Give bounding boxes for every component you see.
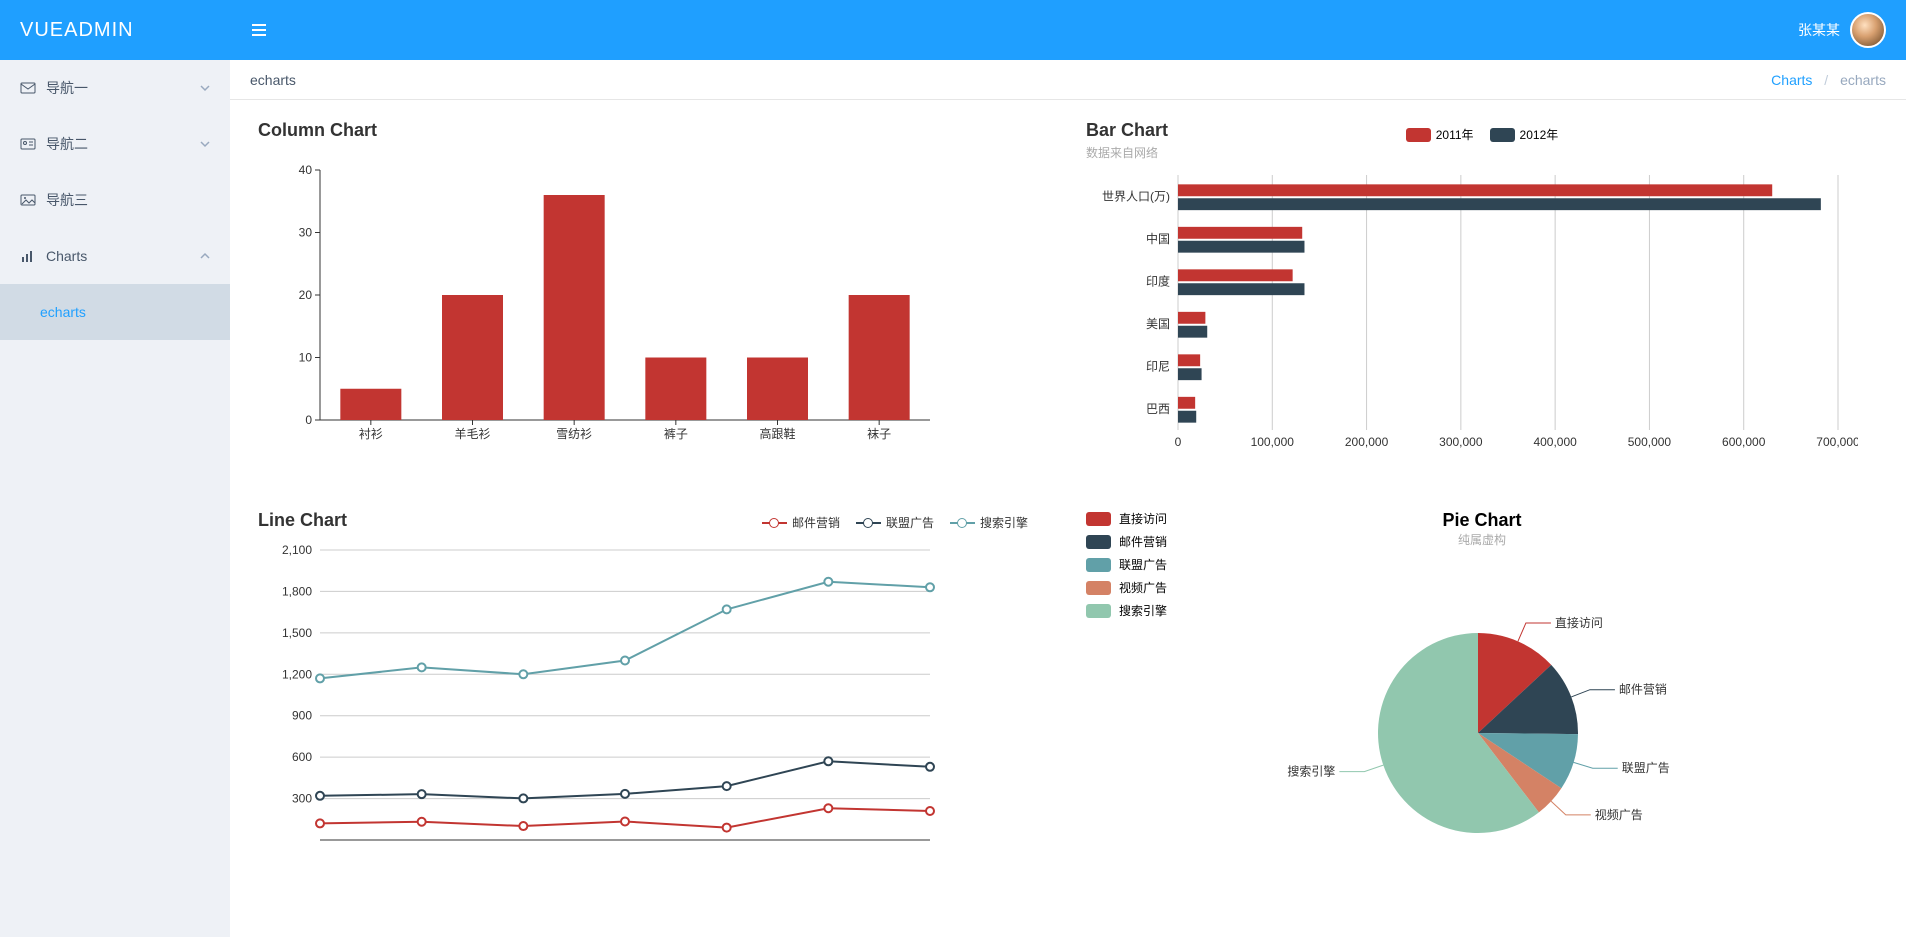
sidebar-item-label: 导航二 (46, 134, 88, 154)
bar-legend: 2011年 2012年 (1078, 126, 1886, 143)
sidebar-item-label: 导航一 (46, 78, 88, 98)
svg-text:500,000: 500,000 (1628, 435, 1672, 449)
hamburger-icon[interactable] (250, 21, 268, 39)
user-menu[interactable]: 张某某 (1798, 12, 1886, 48)
breadcrumb-current: echarts (1840, 72, 1886, 88)
svg-text:高跟鞋: 高跟鞋 (759, 426, 795, 441)
pie-header: Pie Chart 纯属虚构 (1078, 510, 1886, 548)
svg-text:印度: 印度 (1146, 273, 1170, 288)
svg-text:联盟广告: 联盟广告 (1622, 761, 1670, 775)
legend-item[interactable]: 直接访问 (1086, 510, 1167, 527)
sidebar-item-nav1[interactable]: 导航一 (0, 60, 230, 116)
legend-item[interactable]: 联盟广告 (856, 514, 934, 531)
content: Column Chart 010203040衬衫羊毛衫雪纺衫裤子高跟鞋袜子 Ba… (230, 100, 1906, 937)
svg-text:300: 300 (292, 792, 312, 806)
sidebar-item-label: 导航三 (46, 190, 88, 210)
app-root: VUEADMIN 导航一 导航二 (0, 0, 1906, 937)
svg-text:邮件营销: 邮件营销 (1619, 683, 1667, 697)
chart-title: Pie Chart (1078, 510, 1886, 531)
column-chart[interactable]: 0 10 20 30 40 衬衫 羊毛衫 雪纺衫 裤子 高跟鞋 袜子 (250, 120, 950, 470)
id-card-icon (20, 136, 36, 152)
svg-text:300,000: 300,000 (1439, 435, 1483, 449)
svg-text:20: 20 (299, 288, 313, 302)
svg-text:中国: 中国 (1146, 231, 1170, 246)
stacked-legend: 直接访问邮件营销联盟广告视频广告搜索引擎 (1086, 510, 1167, 619)
legend-item[interactable]: 搜索引擎 (950, 514, 1028, 531)
svg-text:400,000: 400,000 (1533, 435, 1577, 449)
chart-subtitle: 数据来自网络 (1086, 144, 1158, 161)
line-legend: 邮件营销联盟广告搜索引擎 (762, 514, 1028, 531)
message-icon (20, 80, 36, 96)
sidebar-item-nav2[interactable]: 导航二 (0, 116, 230, 172)
svg-text:裤子: 裤子 (664, 427, 688, 441)
chart-subtitle: 纯属虚构 (1078, 531, 1886, 548)
svg-text:巴西: 巴西 (1146, 402, 1170, 416)
svg-text:600,000: 600,000 (1722, 435, 1766, 449)
page-title: echarts (250, 72, 296, 88)
svg-text:2,100: 2,100 (282, 543, 312, 557)
legend-item[interactable]: 邮件营销 (762, 514, 840, 531)
user-name: 张某某 (1798, 20, 1840, 40)
svg-text:100,000: 100,000 (1251, 435, 1295, 449)
svg-text:40: 40 (299, 163, 313, 177)
svg-text:1,800: 1,800 (282, 584, 312, 598)
column-chart-panel: Column Chart 0 10 20 30 40 衬衫 羊毛衫 雪纺衫 裤子 高跟鞋 袜子 (250, 120, 1058, 490)
logo: VUEADMIN (0, 0, 230, 60)
bar-chart-panel: Bar Chart 数据来自网络 2011年2012年 0100,000200,… (1078, 120, 1886, 490)
sidebar-subitem-echarts[interactable]: echarts (0, 284, 230, 340)
legend-item[interactable]: 视频广告 (1086, 579, 1167, 596)
main: 张某某 echarts Charts / echarts Column Char… (230, 0, 1906, 937)
svg-text:雪纺衫: 雪纺衫 (556, 427, 592, 441)
svg-text:印尼: 印尼 (1146, 359, 1170, 373)
svg-text:美国: 美国 (1146, 317, 1170, 331)
svg-text:1,500: 1,500 (282, 626, 312, 640)
sidebar-item-charts[interactable]: Charts (0, 228, 230, 284)
line-chart-panel: Line Chart 邮件营销联盟广告搜索引擎 300 600 900 1,200 1,… (250, 510, 1058, 880)
svg-text:1,200: 1,200 (282, 667, 312, 681)
legend-item[interactable]: 搜索引擎 (1086, 602, 1167, 619)
legend-item[interactable]: 2012年 (1490, 126, 1559, 143)
svg-text:700,000: 700,000 (1816, 435, 1858, 449)
legend-item[interactable]: 邮件营销 (1086, 533, 1167, 550)
chevron-down-icon (200, 83, 210, 93)
bar-chart-icon (20, 248, 36, 264)
svg-text:衬衫: 衬衫 (359, 427, 383, 441)
line-chart[interactable]: 300 600 900 1,200 1,500 1,800 2,100 (250, 510, 950, 860)
breadcrumb-sep: / (1824, 72, 1828, 88)
svg-text:搜索引擎: 搜索引擎 (1287, 764, 1335, 779)
chart-title: Column Chart (258, 120, 377, 141)
breadcrumb: echarts Charts / echarts (230, 60, 1906, 100)
legend-item[interactable]: 2011年 (1406, 126, 1474, 143)
chart-title: Line Chart (258, 510, 347, 531)
svg-text:10: 10 (299, 351, 313, 365)
sidebar: VUEADMIN 导航一 导航二 (0, 0, 230, 937)
sidebar-item-label: Charts (46, 248, 87, 264)
breadcrumb-link[interactable]: Charts (1771, 72, 1812, 88)
image-icon (20, 192, 36, 208)
avatar (1850, 12, 1886, 48)
svg-text:视频广告: 视频广告 (1595, 807, 1643, 822)
svg-text:600: 600 (292, 750, 312, 764)
pie-chart-panel: 直接访问邮件营销联盟广告视频广告搜索引擎 Pie Chart 纯属虚构 直接访问… (1078, 510, 1886, 880)
chevron-down-icon (200, 139, 210, 149)
bar-chart[interactable]: 0 100,000 200,000 300,000 400,000 500,000 600,… (1078, 120, 1858, 470)
breadcrumb-path: Charts / echarts (1771, 72, 1886, 88)
svg-text:袜子: 袜子 (867, 427, 891, 441)
svg-text:直接访问: 直接访问 (1555, 615, 1603, 630)
topbar: 张某某 (230, 0, 1906, 60)
svg-text:30: 30 (299, 226, 313, 240)
svg-text:世界人口(万): 世界人口(万) (1102, 189, 1170, 203)
svg-text:羊毛衫: 羊毛衫 (454, 426, 490, 441)
legend-item[interactable]: 联盟广告 (1086, 556, 1167, 573)
sidebar-item-nav3[interactable]: 导航三 (0, 172, 230, 228)
pie-chart[interactable]: 直接访问邮件营销联盟广告视频广告搜索引擎 (1078, 548, 1858, 878)
svg-text:0: 0 (305, 413, 312, 427)
svg-text:0: 0 (1175, 435, 1182, 449)
svg-text:900: 900 (292, 709, 312, 723)
svg-text:200,000: 200,000 (1345, 435, 1389, 449)
sidebar-menu: 导航一 导航二 (0, 60, 230, 937)
chevron-up-icon (200, 251, 210, 261)
